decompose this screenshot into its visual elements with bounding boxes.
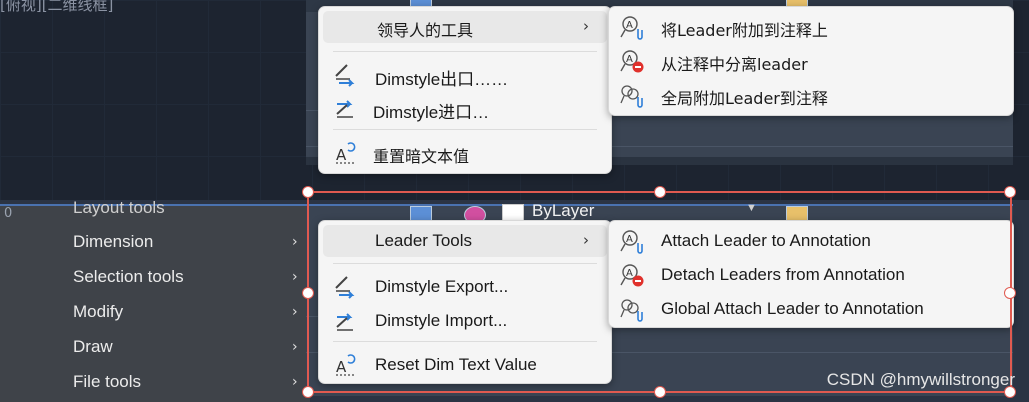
menu-item-reset-dim-text-cn[interactable]: A 重置暗文本值 [319, 137, 611, 169]
grip-handle[interactable] [302, 386, 314, 398]
top-context-menu: 领导人的工具 › Dimstyle出口…… Dimstyle进口… A 重置暗文… [318, 6, 612, 174]
chevron-right-icon: › [292, 374, 298, 390]
side-item-file-tools[interactable]: File tools [73, 372, 141, 392]
menu-item-detach-leader-cn[interactable]: A 从注释中分离leader [609, 45, 1013, 77]
selection-rectangle [302, 186, 1016, 398]
chevron-right-icon: › [292, 339, 298, 355]
menu-item-attach-leader-cn[interactable]: A 将Leader附加到注释上 [609, 11, 1013, 43]
chevron-right-icon: › [292, 234, 298, 250]
grip-handle[interactable] [654, 186, 666, 198]
grip-handle[interactable] [302, 186, 314, 198]
chevron-right-icon: › [292, 304, 298, 320]
global-attach-leader-icon [620, 85, 643, 108]
dimstyle-import-icon [336, 100, 353, 118]
attach-leader-icon: A [620, 16, 643, 40]
reset-dim-text-icon: A [336, 142, 356, 164]
watermark: CSDN @hmywillstronger [826, 370, 1015, 389]
view-label[interactable]: [俯视][二维线框] [0, 0, 113, 15]
svg-text:A: A [626, 20, 633, 31]
grip-handle[interactable] [654, 386, 666, 398]
svg-text:A: A [626, 54, 633, 65]
detach-leader-icon: A [620, 50, 644, 73]
grip-handle[interactable] [1004, 287, 1016, 299]
svg-text:A: A [336, 146, 347, 164]
side-item-dimension[interactable]: Dimension [73, 232, 153, 252]
chevron-right-icon: › [583, 17, 589, 35]
grip-handle[interactable] [1004, 186, 1016, 198]
side-item-modify[interactable]: Modify [73, 302, 123, 322]
side-item-layout-tools[interactable]: Layout tools [73, 198, 165, 218]
dimstyle-export-icon [335, 64, 355, 87]
menu-item-global-attach-leader-cn[interactable]: 全局附加Leader到注释 [609, 79, 1013, 111]
side-item-selection-tools[interactable]: Selection tools [73, 267, 184, 287]
menu-item-dimstyle-export-cn[interactable]: Dimstyle出口…… [319, 59, 611, 91]
chevron-right-icon: › [292, 269, 298, 285]
menu-item-leader-tools-cn[interactable]: 领导人的工具 › [323, 11, 607, 43]
side-item-draw[interactable]: Draw [73, 337, 113, 357]
grip-handle[interactable] [302, 287, 314, 299]
top-leader-submenu: A 将Leader附加到注释上 A 从注释中分离leader 全局附加Leade… [608, 6, 1014, 116]
side-tools-menu: 0 Layout tools Dimension › Selection too… [0, 198, 310, 402]
menu-item-dimstyle-import-cn[interactable]: Dimstyle进口… [319, 92, 611, 124]
